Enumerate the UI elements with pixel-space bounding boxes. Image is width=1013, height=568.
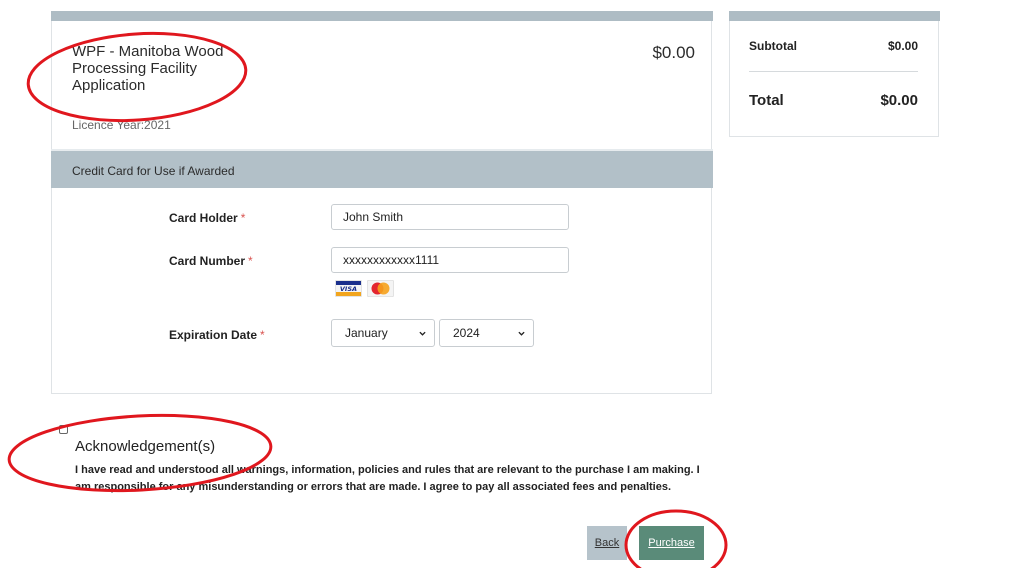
- chevron-down-icon: [518, 331, 525, 336]
- required-mark: *: [260, 328, 265, 342]
- card-header-bar: [51, 11, 713, 21]
- item-title: WPF - Manitoba Wood Processing Facility …: [72, 43, 224, 94]
- chevron-down-icon: [419, 331, 426, 336]
- order-item-card: WPF - Manitoba Wood Processing Facility …: [51, 11, 713, 394]
- subtotal-value: $0.00: [887, 39, 918, 53]
- summary-divider: [749, 71, 918, 72]
- required-mark: *: [240, 211, 246, 225]
- svg-text:VISA: VISA: [340, 285, 357, 293]
- summary-header-bar: [729, 11, 940, 21]
- card-number-input[interactable]: xxxxxxxxxxxx1111: [331, 247, 569, 273]
- total-value: $0.00: [880, 92, 918, 109]
- expiration-month-select[interactable]: January: [331, 319, 435, 347]
- expiration-date-label: Expiration Date *: [169, 328, 265, 342]
- card-holder-input[interactable]: John Smith: [331, 204, 569, 230]
- visa-icon: VISA: [335, 280, 362, 297]
- item-price: $0.00: [652, 43, 695, 62]
- card-number-label: Card Number *: [169, 254, 253, 268]
- acknowledgement-text: I have read and understood all warnings,…: [75, 464, 700, 493]
- card-holder-label: Card Holder *: [169, 211, 246, 225]
- acknowledgement-checkbox[interactable]: [59, 425, 68, 434]
- purchase-button[interactable]: Purchase: [639, 526, 704, 560]
- total-label: Total: [749, 92, 784, 109]
- licence-year: Licence Year:2021: [72, 118, 171, 132]
- subtotal-label: Subtotal: [749, 39, 797, 53]
- acknowledgement-title: Acknowledgement(s): [75, 438, 216, 455]
- order-summary-card: Subtotal $0.00 Total $0.00: [729, 11, 940, 137]
- expiration-year-select[interactable]: 2024: [439, 319, 534, 347]
- required-mark: *: [248, 254, 253, 268]
- back-button[interactable]: Back: [587, 526, 627, 560]
- mastercard-icon: [367, 280, 394, 297]
- credit-card-section-header: Credit Card for Use if Awarded: [51, 149, 713, 188]
- expiration-year-value: 2024: [453, 326, 480, 340]
- expiration-month-value: January: [345, 326, 388, 340]
- credit-card-section-title: Credit Card for Use if Awarded: [72, 164, 235, 178]
